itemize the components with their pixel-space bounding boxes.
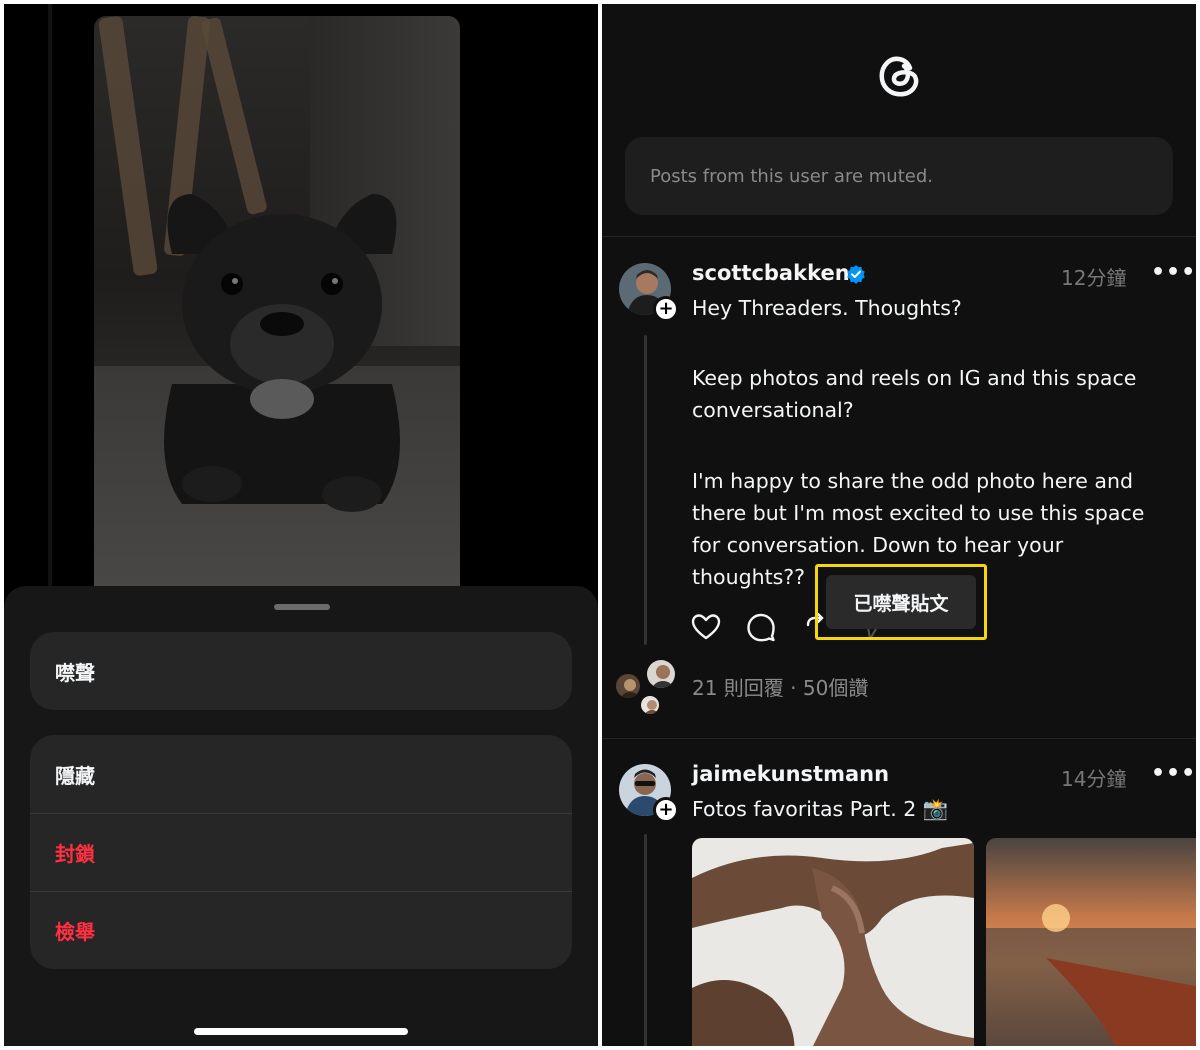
- post-photo-sunset[interactable]: [986, 838, 1196, 1046]
- post-time: 14分鐘: [1061, 767, 1127, 791]
- replier-avatar: [645, 658, 677, 690]
- post-stats[interactable]: 21 則回覆 · 50個讚: [692, 672, 868, 701]
- action-group-mute: 噤聲: [30, 632, 572, 710]
- thread-line: [644, 335, 647, 645]
- replier-avatar: [614, 672, 642, 700]
- dog-icon: [164, 194, 400, 512]
- thread-line: [644, 834, 647, 1046]
- post-text-line: for conversation. Down to hear your: [692, 533, 1064, 557]
- action-group-moderation: 隱藏 封鎖 檢舉: [30, 735, 572, 969]
- home-indicator: [194, 1028, 408, 1035]
- report-option[interactable]: 檢舉: [30, 891, 572, 969]
- left-screen: 噤聲 隱藏 封鎖 檢舉: [4, 4, 598, 1046]
- reply-comment-icon[interactable]: [745, 611, 777, 643]
- right-screen: Posts from this user are muted. + scottc…: [602, 4, 1196, 1046]
- mute-option[interactable]: 噤聲: [30, 632, 572, 710]
- sheet-grabber[interactable]: [274, 604, 330, 610]
- follow-plus-icon[interactable]: +: [653, 296, 679, 322]
- more-options-icon[interactable]: •••: [1151, 260, 1196, 285]
- block-option[interactable]: 封鎖: [30, 813, 572, 891]
- chair-leg: [98, 16, 158, 277]
- post-username[interactable]: scottcbakken: [692, 261, 850, 285]
- post-text-line: Keep photos and reels on IG and this spa…: [692, 366, 1137, 390]
- post-text-line: Hey Threaders. Thoughts?: [692, 296, 962, 320]
- post-text-line: conversational?: [692, 398, 854, 422]
- post-time: 12分鐘: [1061, 266, 1127, 290]
- action-sheet: 噤聲 隱藏 封鎖 檢舉: [4, 586, 598, 1046]
- post-text: Fotos favoritas Part. 2 📸: [692, 797, 949, 821]
- post-text-line: thoughts??: [692, 565, 806, 589]
- muted-notice-text: Posts from this user are muted.: [650, 165, 933, 187]
- threads-logo-icon[interactable]: [872, 48, 926, 102]
- toast-text: 已噤聲貼文: [853, 592, 949, 615]
- more-options-icon[interactable]: •••: [1151, 761, 1196, 786]
- post-text-line: there but I'm most excited to use this s…: [692, 501, 1145, 525]
- post-text-line: I'm happy to share the odd photo here an…: [692, 469, 1134, 493]
- follow-plus-icon[interactable]: +: [653, 797, 679, 823]
- divider: [602, 738, 1196, 739]
- replier-avatar: [639, 694, 661, 716]
- muted-post-toast-highlight: 已噤聲貼文: [815, 564, 987, 640]
- muted-post-toast: 已噤聲貼文: [826, 575, 976, 629]
- like-heart-icon[interactable]: [690, 611, 722, 643]
- dog-photo: [94, 16, 460, 596]
- background-edge: [48, 4, 52, 594]
- divider: [602, 236, 1196, 237]
- verified-badge-icon: [847, 265, 865, 284]
- post-username[interactable]: jaimekunstmann: [692, 762, 889, 786]
- hide-option[interactable]: 隱藏: [30, 735, 572, 813]
- muted-notice: Posts from this user are muted.: [625, 137, 1173, 215]
- post-photo-rock[interactable]: [692, 838, 974, 1046]
